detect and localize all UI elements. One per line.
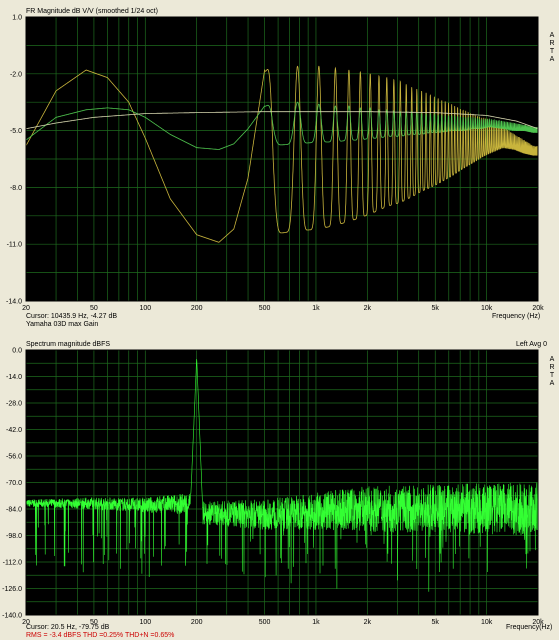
fr-x-tick-label: 10k [481,305,493,312]
spectrum-y-tick-label: -98.0 [6,533,22,540]
fr-x-tick-label: 20 [22,305,30,312]
fr-magnitude-panel: FR Magnitude dB V/V (smoothed 1/24 oct) … [0,0,559,330]
spectrum-y-tick-label: -56.0 [6,454,22,461]
spectrum-x-tick-label: 2k [364,619,372,626]
fr-y-tick-label: -5.0 [10,128,22,135]
spectrum-y-tick-label: -112.0 [3,560,22,567]
fr-x-tick-label: 100 [139,305,151,312]
spectrum-x-tick-label: 100 [139,619,151,626]
fr-y-tick-label: -8.0 [10,185,22,192]
spectrum-cursor-readout: Cursor: 20.5 Hz, -79.75 dB [26,624,110,631]
spectrum-grid [26,349,538,616]
fr-device-label: Yamaha 03D max Gain [26,321,99,328]
fr-x-axis-label: Frequency (Hz) [492,313,541,320]
fr-x-tick-label: 500 [259,305,271,312]
spectrum-y-tick-label: 0.0 [12,348,22,355]
spectrum-y-tick-label: -84.0 [6,507,22,514]
spectrum-y-tick-label: -140.0 [2,613,22,620]
fr-cursor-readout: Cursor: 10435.9 Hz, -4.27 dB [26,313,118,320]
spectrum-y-tick-label: -28.0 [6,401,22,408]
fr-x-tick-label: 20k [532,305,544,312]
spectrum-x-tick-label: 1k [312,619,320,626]
fr-magnitude-chart[interactable]: 1.0 -2.0 -5.0 -8.0 -11.0 -14.020 50 100 200 500 1k… [0,0,559,330]
rms-thd-readout: RMS = -3.4 dBFS THD =0.25% THD+N =0.65% [26,632,175,639]
fr-x-tick-label: 50 [90,305,98,312]
spectrum-x-tick-label: 5k [432,619,440,626]
fr-y-tick-label: -11.0 [7,242,23,249]
spectrum-x-axis-label: Frequency(Hz) [506,624,553,631]
fr-y-tick-label: 1.0 [12,15,22,22]
spectrum-x-tick-label: 500 [259,619,271,626]
spectrum-y-tick-label: -14.0 [6,374,22,381]
spectrum-y-tick-label: -42.0 [6,427,22,434]
fr-x-tick-label: 2k [364,305,372,312]
fr-y-tick-label: -2.0 [10,71,22,78]
fr-y-tick-label: -14.0 [6,299,22,306]
spectrum-x-tick-label: 10k [481,619,493,626]
spectrum-y-tick-label: -70.0 [6,480,22,487]
spectrum-chart[interactable]: 0.0 -14.0 -28.0 -42.0 -56.0 -70.0 -84.0 -98.0 -1… [0,330,559,640]
fr-x-tick-label: 1k [312,305,320,312]
spectrum-y-tick-label: -126.0 [2,586,22,593]
spectrum-panel: Spectrum magnitude dBFS Left Avg 0 A R T… [0,330,559,640]
spectrum-x-tick-label: 200 [191,619,203,626]
fr-x-tick-label: 200 [191,305,203,312]
fr-x-tick-label: 5k [432,305,440,312]
